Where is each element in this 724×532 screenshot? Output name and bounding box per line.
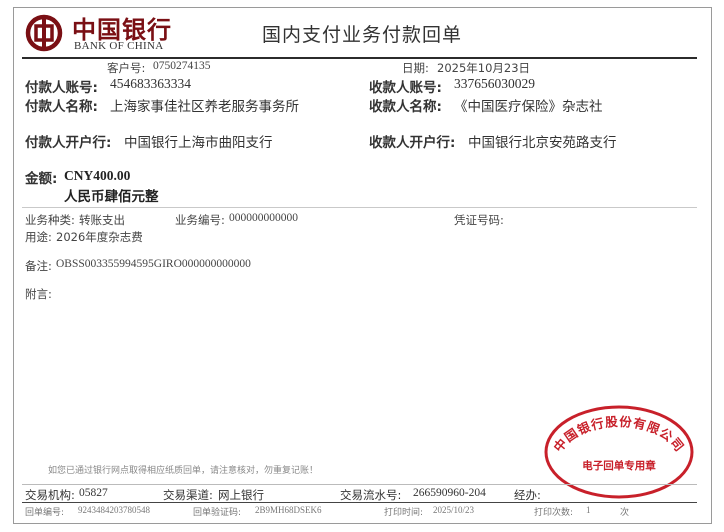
payer-name-label: 付款人名称:	[25, 99, 98, 115]
electronic-receipt-seal-icon: 中国银行股份有限公司 电子回单专用章	[544, 405, 694, 499]
footer-org-label: 交易机构:	[25, 488, 75, 502]
date-value: 2025年10月23日	[437, 61, 531, 75]
payee-name-value: 《中国医疗保险》杂志社	[454, 99, 603, 115]
verify-code-value: 2B9MH68DSEK6	[255, 505, 322, 515]
payer-name-value: 上海家事佳社区养老服务事务所	[110, 99, 299, 115]
business-number-value: 000000000000	[229, 212, 298, 224]
amount-in-words: 人民币肆佰元整	[64, 189, 159, 205]
purpose-label: 用途:	[25, 230, 52, 244]
seal-org-text: 中国银行股份有限公司	[550, 414, 686, 455]
footer-handler-label: 经办:	[514, 488, 541, 502]
receipt-title: 国内支付业务付款回单	[262, 24, 463, 46]
amount-label: 金额:	[25, 171, 58, 187]
print-count-value: 1	[586, 505, 591, 515]
payee-account-value: 337656030029	[454, 76, 535, 91]
footer-top-divider	[22, 484, 697, 485]
customer-no-value: 0750274135	[153, 60, 211, 72]
print-count-unit: 次	[620, 508, 630, 518]
business-type-label: 业务种类:	[25, 213, 75, 227]
payee-bank-label: 收款人开户行:	[369, 135, 456, 151]
footer-channel-value: 网上银行	[218, 488, 264, 502]
payee-bank-value: 中国银行北京安苑路支行	[468, 135, 617, 151]
receipt-no-value: 9243484203780548	[78, 505, 150, 515]
amount-divider	[22, 207, 697, 208]
svg-text:中国银行股份有限公司: 中国银行股份有限公司	[550, 414, 687, 455]
footer-org-value: 05827	[79, 487, 108, 499]
payer-bank-label: 付款人开户行:	[25, 135, 112, 151]
payee-name-label: 收款人名称:	[369, 99, 442, 115]
footer-serial-value: 266590960-204	[413, 487, 486, 499]
duplicate-notice: 如您已通过银行网点取得相应纸质回单，请注意核对，勿重复记账！	[48, 466, 319, 476]
business-type-value: 转账支出	[79, 213, 125, 227]
amount-value: CNY400.00	[64, 168, 131, 183]
voucher-number-label: 凭证号码:	[454, 213, 504, 227]
date-label: 日期:	[402, 61, 429, 75]
footer-channel-label: 交易渠道:	[163, 488, 213, 502]
payee-account-label: 收款人账号:	[369, 80, 442, 96]
customer-no-label: 客户号:	[107, 61, 146, 75]
bank-of-china-logo-icon	[25, 14, 63, 52]
business-number-label: 业务编号:	[175, 213, 225, 227]
footer-divider	[22, 502, 697, 503]
header-divider	[22, 57, 697, 59]
payer-account-value: 454683363334	[110, 76, 191, 91]
purpose-value: 2026年度杂志费	[56, 230, 143, 244]
print-time-label: 打印时间:	[384, 508, 424, 518]
note-label: 附言:	[25, 287, 52, 301]
bank-name-en: BANK OF CHINA	[74, 40, 164, 52]
payer-account-label: 付款人账号:	[25, 80, 98, 96]
seal-purpose-text: 电子回单专用章	[582, 459, 656, 472]
remark-label: 备注:	[25, 259, 52, 273]
payer-bank-value: 中国银行上海市曲阳支行	[124, 135, 273, 151]
footer-serial-label: 交易流水号:	[340, 488, 402, 502]
print-count-label: 打印次数:	[534, 508, 574, 518]
remark-value: OBSS003355994595GIRO000000000000	[56, 258, 251, 270]
receipt-no-label: 回单编号:	[25, 508, 65, 518]
print-time-value: 2025/10/23	[433, 505, 475, 515]
verify-code-label: 回单验证码:	[193, 508, 242, 518]
